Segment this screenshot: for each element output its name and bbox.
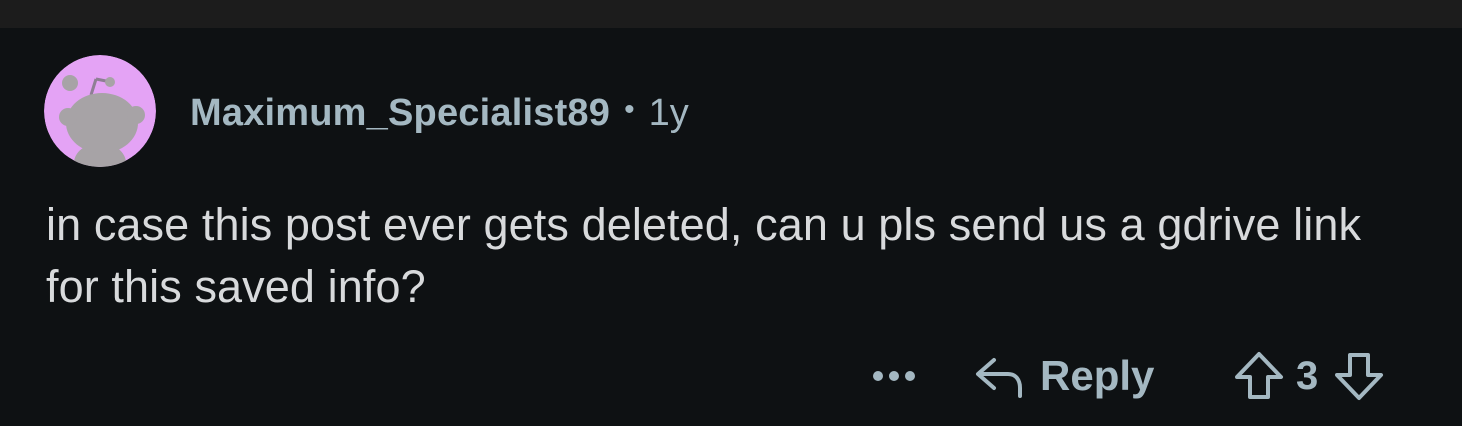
username-link[interactable]: Maximum_Specialist89 bbox=[190, 92, 610, 135]
comment-actions: Reply 3 bbox=[0, 348, 1462, 404]
reply-arrow-icon bbox=[972, 352, 1026, 400]
reply-button[interactable]: Reply bbox=[972, 348, 1154, 404]
comment: Maximum_Specialist89 • 1y in case this p… bbox=[0, 28, 1462, 426]
vote-count: 3 bbox=[1296, 353, 1319, 398]
comment-age[interactable]: 1y bbox=[649, 92, 689, 135]
vote-controls: 3 bbox=[1232, 348, 1386, 404]
upvote-arrow-icon[interactable] bbox=[1232, 349, 1286, 403]
more-options-icon bbox=[870, 369, 918, 383]
more-options-button[interactable] bbox=[862, 358, 926, 394]
comment-meta: Maximum_Specialist89 • 1y bbox=[190, 88, 689, 138]
avatar[interactable] bbox=[44, 55, 156, 167]
reply-label: Reply bbox=[1040, 352, 1155, 399]
meta-separator: • bbox=[624, 93, 635, 126]
top-edge-bar bbox=[0, 0, 1462, 28]
snoo-avatar-icon bbox=[44, 55, 156, 167]
downvote-arrow-icon[interactable] bbox=[1332, 349, 1386, 403]
comment-body: in case this post ever gets deleted, can… bbox=[46, 199, 1362, 312]
